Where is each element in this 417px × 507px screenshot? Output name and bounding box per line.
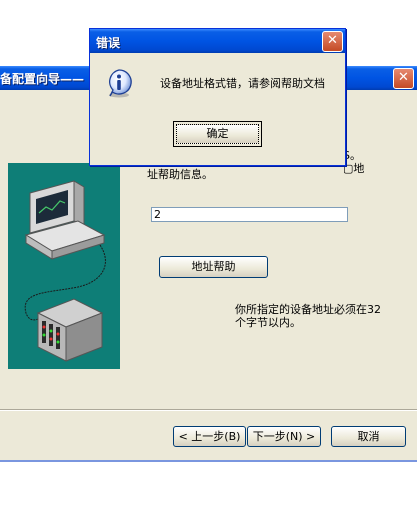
next-step-button[interactable]: 下一步(N) > — [247, 426, 321, 447]
error-dialog-title: 错误 — [96, 36, 121, 50]
address-length-note: 你所指定的设备地址必须在32个字节以内。 — [235, 303, 381, 329]
error-dialog-close-button[interactable]: ✕ — [322, 31, 343, 52]
wizard-close-button[interactable]: ✕ — [393, 68, 414, 89]
previous-step-button[interactable]: < 上一步(B) — [173, 426, 246, 447]
address-help-button[interactable]: 地址帮助 — [159, 256, 268, 278]
wizard-title: 备配置向导—— — [0, 72, 85, 86]
error-dialog: 错误 ✕ 设备地址格式错，请参阅帮助文档 确定 — [89, 28, 346, 166]
button-separator — [0, 409, 417, 411]
info-icon — [109, 69, 132, 98]
error-dialog-titlebar[interactable]: 错误 ✕ — [90, 29, 345, 53]
device-address-input[interactable] — [151, 207, 348, 222]
instruction-text: 址帮助信息。 — [147, 168, 213, 181]
error-message: 设备地址格式错，请参阅帮助文档 — [160, 77, 325, 90]
ok-button[interactable]: 确定 — [173, 121, 262, 147]
computer-illustration-icon — [24, 180, 106, 362]
computer-device-illustration — [8, 163, 120, 369]
wizard-instruction: 址帮助信息。 — [147, 168, 367, 181]
cancel-button[interactable]: 取消 — [331, 426, 406, 447]
ok-button-label: 确定 — [176, 124, 259, 144]
